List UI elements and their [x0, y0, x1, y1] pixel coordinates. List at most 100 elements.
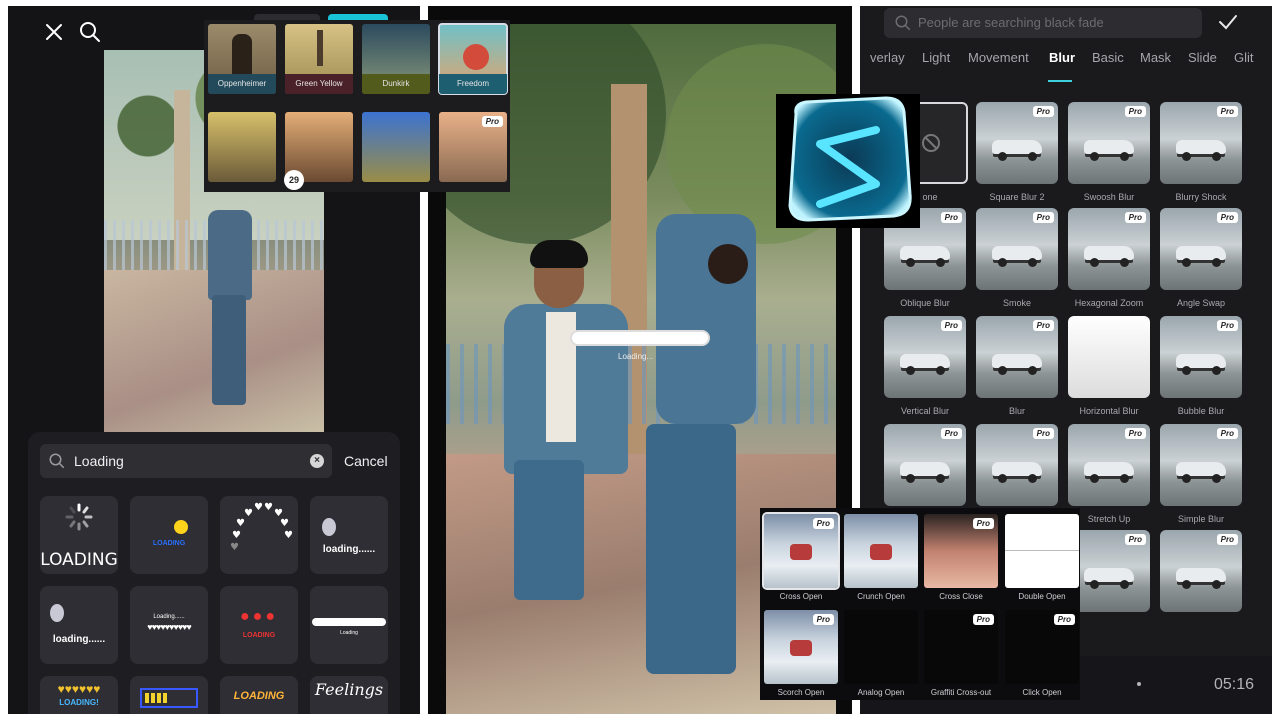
sticker-text: Loading...... — [153, 614, 185, 620]
sticker-tile[interactable]: loading...... — [310, 496, 388, 574]
tab-blur[interactable]: Blur — [1049, 50, 1075, 65]
pro-badge: Pro — [1216, 212, 1238, 223]
transition-tile[interactable]: Pro — [924, 610, 998, 684]
hearts-icon: ♥ ♥♥ ♥ ♥ ♥♥ ♥ ♥ — [230, 502, 293, 550]
effect-label: Swoosh Blur — [1083, 192, 1135, 202]
sticker-tile[interactable]: loading...... — [40, 586, 118, 664]
gondola-figure — [790, 640, 812, 656]
svg-text:♥: ♥ — [264, 502, 273, 513]
transition-tile[interactable]: Pro — [762, 512, 840, 590]
effect-label: Simple Blur — [1177, 514, 1224, 524]
effect-label: Bubble Blur — [1177, 406, 1225, 416]
filter-picker-popup: Oppenheimer Green Yellow Dunkirk Freedom… — [204, 20, 510, 192]
transition-tile[interactable]: Pro — [764, 610, 838, 684]
cancel-button[interactable]: Cancel — [344, 444, 388, 478]
transition-tile[interactable]: Pro — [924, 514, 998, 588]
filter-freedom[interactable]: Freedom — [438, 23, 508, 95]
sticker-tile[interactable]: LOADING — [40, 496, 118, 574]
effect-tile[interactable] — [1068, 316, 1150, 398]
svg-text:♥: ♥ — [280, 518, 289, 529]
sticker-tile[interactable]: ●●● LOADING — [220, 586, 298, 664]
sticker-tile[interactable]: Loading...... ♥♥♥♥♥♥♥♥♥♥ — [130, 586, 208, 664]
pacman-icon — [174, 520, 188, 534]
clear-icon[interactable]: × — [310, 454, 324, 468]
filter-thumbnail[interactable] — [362, 112, 430, 182]
effect-label: Hexagonal Zoom — [1074, 298, 1144, 308]
effect-label: Smoke — [1002, 298, 1031, 308]
transition-label: Click Open — [1022, 688, 1062, 697]
sticker-tile[interactable]: LOADING — [130, 496, 208, 574]
effect-tile[interactable]: Pro — [884, 316, 966, 398]
pro-badge: Pro — [940, 320, 962, 331]
pro-badge: Pro — [940, 212, 962, 223]
tab-mask[interactable]: Mask — [1140, 50, 1171, 65]
effect-label: Blur — [1008, 406, 1025, 416]
effect-tile[interactable]: Pro — [1160, 424, 1242, 506]
person-figure — [204, 200, 254, 410]
pro-badge: Pro — [481, 116, 503, 127]
transitions-popup: Pro Cross Open Crunch Open Pro Cross Close Do… — [760, 508, 1080, 700]
transition-tile[interactable] — [1005, 514, 1079, 588]
effect-tile[interactable]: Pro — [1160, 530, 1242, 612]
pro-badge: Pro — [1124, 534, 1146, 545]
close-icon[interactable] — [42, 20, 66, 44]
gondola-figure — [870, 544, 892, 560]
none-icon — [922, 134, 940, 152]
tab-glitch[interactable]: Glit — [1234, 50, 1254, 65]
effect-tile[interactable]: Pro — [1068, 102, 1150, 184]
capcut-logo — [776, 94, 920, 228]
tab-overlay[interactable]: verlay — [870, 50, 905, 65]
sticker-tile[interactable]: Loading — [310, 586, 388, 664]
woman-figure — [463, 44, 489, 70]
sticker-search-input[interactable]: Loading × — [40, 444, 332, 478]
effect-tile[interactable]: Pro — [1160, 208, 1242, 290]
sticker-tile[interactable]: LOADING — [220, 676, 298, 714]
tab-slide[interactable]: Slide — [1188, 50, 1217, 65]
search-icon — [895, 15, 911, 31]
tab-light[interactable]: Light — [922, 50, 950, 65]
sticker-tile[interactable] — [130, 676, 208, 714]
effect-label: Angle Swap — [1176, 298, 1226, 308]
sticker-tile[interactable]: ♥♥♥♥♥♥ LOADING! — [40, 676, 118, 714]
sticker-tile[interactable]: Feelings — [310, 676, 388, 714]
filter-oppenheimer[interactable]: Oppenheimer — [208, 24, 276, 94]
loading-label: Loading... — [618, 352, 654, 361]
sticker-text: LOADING — [233, 690, 285, 702]
pro-badge: Pro — [1032, 320, 1054, 331]
effect-tile[interactable]: Pro — [976, 424, 1058, 506]
filter-dunkirk[interactable]: Dunkirk — [362, 24, 430, 94]
transition-label: Crunch Open — [857, 592, 905, 601]
effect-tile[interactable]: Pro — [1160, 316, 1242, 398]
effect-tile[interactable]: Pro — [1068, 424, 1150, 506]
transition-label: Cross Open — [779, 592, 823, 601]
effects-search-input[interactable]: People are searching black fade — [884, 8, 1202, 38]
pro-badge: Pro — [1216, 428, 1238, 439]
filter-thumbnail[interactable]: Pro — [439, 112, 507, 182]
pro-badge: Pro — [1124, 428, 1146, 439]
hearts-row-icon: ♥♥♥♥♥♥ — [57, 682, 101, 696]
tab-basic[interactable]: Basic — [1092, 50, 1124, 65]
svg-text:♥: ♥ — [230, 542, 239, 550]
effect-label: Horizontal Blur — [1079, 406, 1139, 416]
filter-green-yellow[interactable]: Green Yellow — [285, 24, 353, 94]
effect-tile[interactable]: Pro — [884, 424, 966, 506]
effect-tile[interactable]: Pro — [1160, 102, 1242, 184]
filter-thumbnail[interactable] — [208, 112, 276, 182]
effect-tile[interactable]: Pro — [1068, 208, 1150, 290]
transition-tile[interactable] — [844, 514, 918, 588]
tab-movement[interactable]: Movement — [968, 50, 1029, 65]
pro-badge: Pro — [1216, 320, 1238, 331]
transition-label: Analog Open — [857, 688, 905, 697]
transition-tile[interactable]: Pro — [1005, 610, 1079, 684]
effect-tile[interactable]: Pro — [976, 208, 1058, 290]
effect-tile[interactable]: Pro — [976, 102, 1058, 184]
effect-tile[interactable]: Pro — [976, 316, 1058, 398]
effect-label: Oblique Blur — [900, 298, 950, 308]
pro-badge: Pro — [972, 614, 994, 625]
dot-indicator — [1137, 682, 1141, 686]
sticker-tile[interactable]: ♥ ♥ ♥ ♥ ♥ ♥ ♥ ♥ ♥ — [220, 496, 298, 574]
transition-tile[interactable] — [844, 610, 918, 684]
check-icon[interactable] — [1216, 10, 1240, 34]
svg-text:♥: ♥ — [244, 508, 253, 519]
search-icon[interactable] — [78, 20, 102, 44]
